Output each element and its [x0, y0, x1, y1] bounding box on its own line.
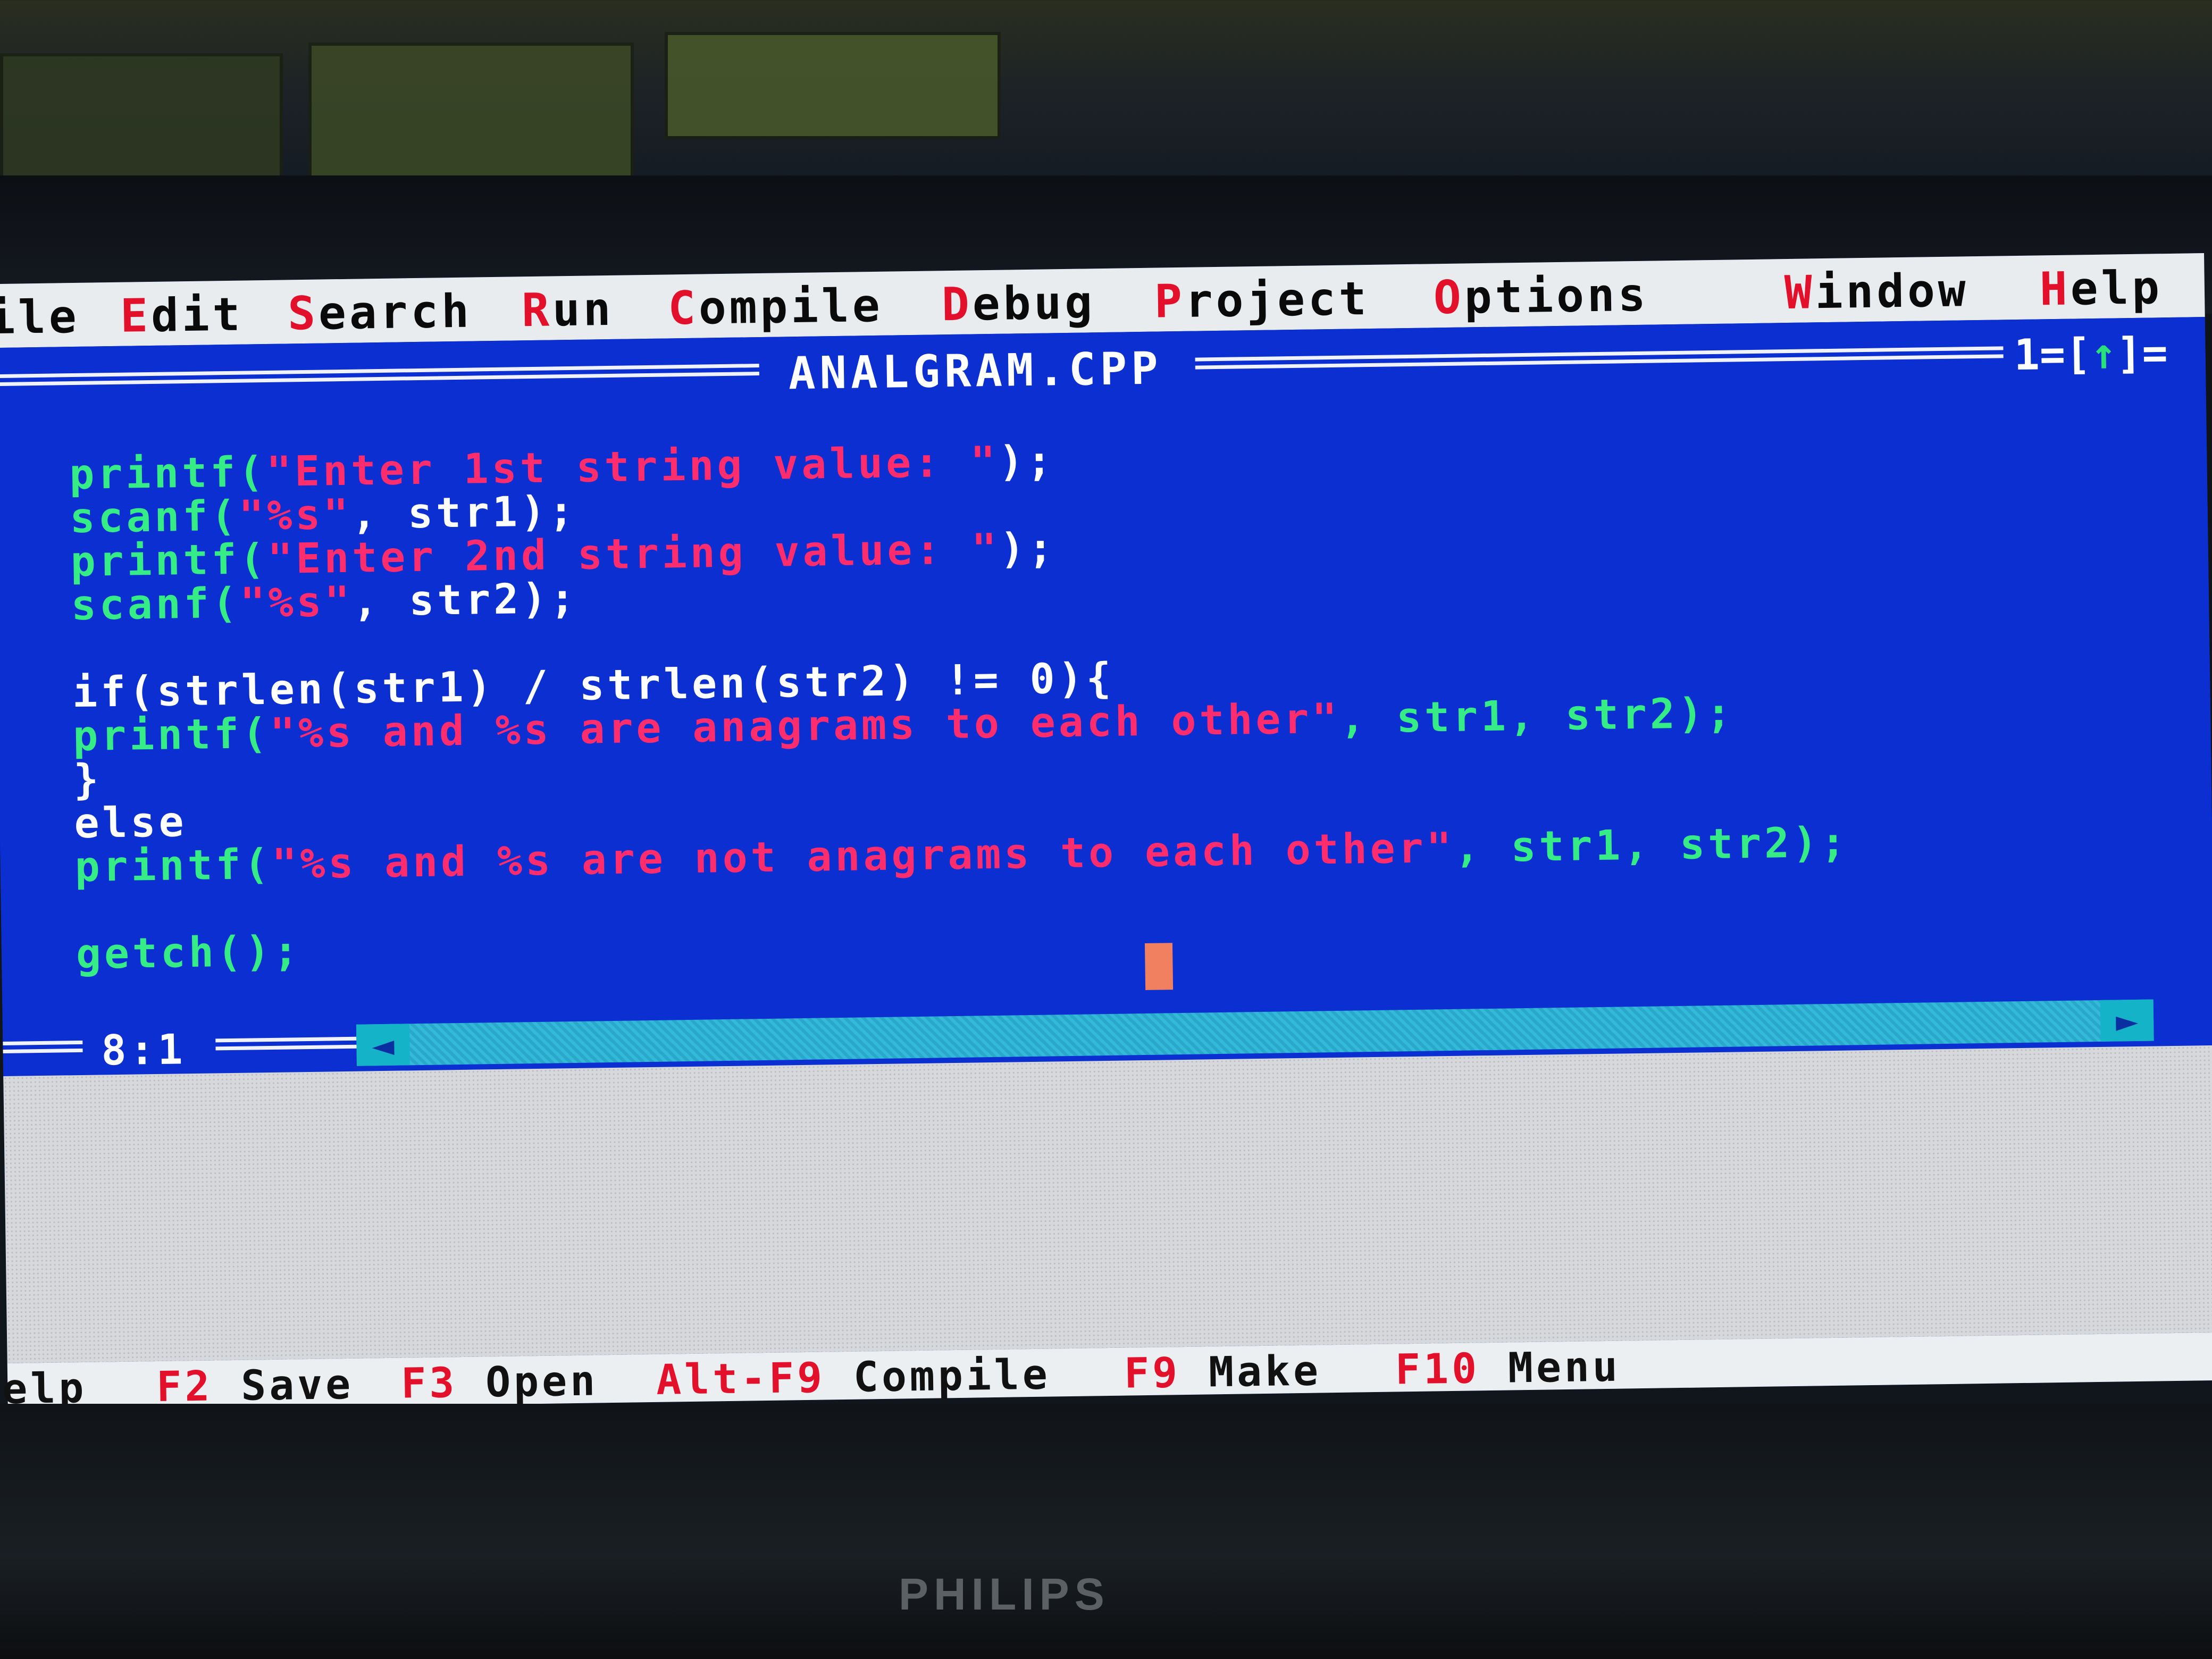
text-cursor [1144, 943, 1174, 990]
code-token: , str1, str2); [1454, 818, 1849, 872]
monitor-brand-logo: PHILIPS [899, 1569, 1110, 1619]
menu-search[interactable]: Search [288, 285, 473, 341]
menu-run[interactable]: Run [522, 283, 615, 337]
monitor-screen: ile Edit Search Run Compile Debug Projec… [0, 253, 2212, 1413]
hint-make[interactable]: F9 Make [1124, 1347, 1322, 1397]
code-token: printf( [69, 448, 267, 499]
hint-open[interactable]: F3 Open [401, 1357, 599, 1407]
code-token: printf( [72, 709, 271, 761]
menu-window[interactable]: Window [1784, 264, 1969, 320]
hint-menu[interactable]: F10 Menu [1395, 1343, 1621, 1394]
code-token: else [73, 798, 188, 848]
code-token: , str1); [351, 487, 577, 539]
code-token: scanf( [71, 579, 241, 630]
menu-edit[interactable]: Edit [120, 288, 244, 343]
desktop-area [3, 1045, 2212, 1363]
cursor-position: 8:1 [100, 1026, 187, 1075]
code-token: scanf( [69, 492, 239, 543]
menu-help[interactable]: Help [2039, 261, 2163, 316]
string-literal: "Enter 1st string value: " [266, 438, 999, 496]
scroll-right-arrow-icon[interactable]: ► [2100, 999, 2154, 1043]
code-token: ); [998, 437, 1055, 486]
background-object [0, 53, 283, 182]
string-literal: "%s" [238, 490, 352, 540]
code-token: getch(); [76, 927, 302, 979]
window-title: ANALGRAM.CPP [788, 342, 1163, 400]
window-frame-top-left [0, 364, 759, 387]
code-token: printf( [74, 840, 273, 892]
menu-options[interactable]: Options [1433, 269, 1649, 325]
menu-project[interactable]: Project [1154, 272, 1370, 329]
code-token: printf( [70, 535, 269, 586]
window-frame-bottom-mid [215, 1036, 357, 1051]
code-token: ); [999, 524, 1057, 573]
menu-compile[interactable]: Compile [667, 279, 883, 336]
window-frame-bottom-left [3, 1040, 83, 1054]
code-token: , str1, str2); [1339, 689, 1735, 743]
background-object [665, 32, 1001, 139]
hint-compile[interactable]: Alt-F9 Compile [656, 1351, 1051, 1404]
code-token: } [73, 756, 103, 805]
zoom-arrow-icon[interactable]: ↑ [2090, 329, 2116, 379]
background-object [308, 43, 634, 182]
string-literal: "Enter 2nd string value: " [267, 525, 1000, 583]
code-token: , str2); [352, 574, 579, 626]
menu-debug[interactable]: Debug [941, 276, 1095, 331]
string-literal: "%s" [239, 577, 354, 627]
window-number[interactable]: 1=[↑]= [2014, 328, 2168, 380]
code-editor[interactable]: printf("Enter 1st string value: "); scanf… [69, 429, 1850, 979]
window-frame-top-right [1195, 346, 2004, 370]
scroll-left-arrow-icon[interactable]: ◄ [356, 1023, 410, 1067]
monitor-bottom-bezel [0, 1404, 2212, 1659]
editor-window: ANALGRAM.CPP 1=[↑]= printf("Enter 1st st… [0, 317, 2212, 1076]
menu-file[interactable]: ile [0, 290, 80, 345]
